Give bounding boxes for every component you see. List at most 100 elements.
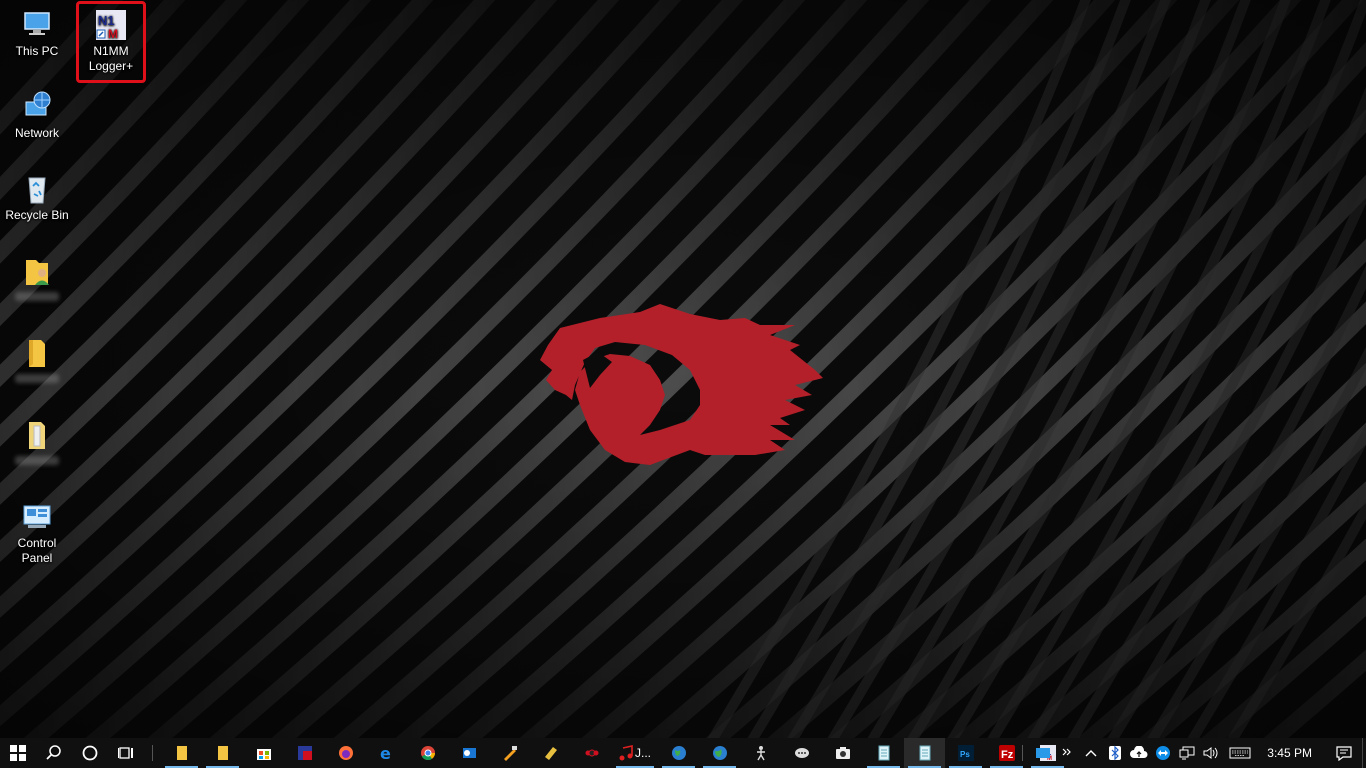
cortana-icon bbox=[82, 745, 98, 761]
zip-folder-icon bbox=[20, 418, 54, 452]
file-explorer-icon bbox=[176, 746, 187, 760]
tray-icon-onedrive[interactable] bbox=[1127, 738, 1151, 768]
photoshop-icon: Ps bbox=[957, 745, 974, 761]
taskbar: e J... Ps Fz N1M bbox=[0, 738, 1366, 768]
app-icon bbox=[585, 749, 598, 757]
keyboard-icon bbox=[1229, 747, 1251, 759]
app-icon bbox=[297, 746, 312, 760]
tool-icon bbox=[503, 746, 517, 761]
desktop-icon-label-line1: Control bbox=[17, 536, 57, 550]
show-hidden-icons-button[interactable] bbox=[1079, 738, 1103, 768]
desktop-icon-label-line1: N1MM bbox=[93, 44, 129, 58]
tray-icon-display[interactable] bbox=[1031, 738, 1055, 768]
control-panel-icon bbox=[20, 500, 54, 534]
folder-icon bbox=[20, 336, 54, 370]
svg-text:Ps: Ps bbox=[960, 750, 970, 759]
taskbar-clock[interactable]: 3:45 PM bbox=[1257, 746, 1326, 760]
taskbar-app-globe[interactable] bbox=[658, 738, 699, 768]
music-icon bbox=[619, 745, 633, 761]
tray-icon-bluetooth[interactable] bbox=[1103, 738, 1127, 768]
taskbar-app-ham-app[interactable] bbox=[284, 738, 325, 768]
desktop-icon-recycle-bin[interactable]: Recycle Bin bbox=[0, 172, 74, 223]
teamviewer-icon bbox=[1156, 746, 1171, 760]
taskbar-app-photoshop[interactable]: Ps bbox=[945, 738, 986, 768]
task-view-button[interactable] bbox=[108, 738, 144, 768]
desktop: This PC N1 M N1MM Logger+ Network Recycle… bbox=[0, 0, 1366, 738]
chat-icon bbox=[794, 748, 809, 758]
bluetooth-icon bbox=[1109, 745, 1122, 761]
svg-text:Fz: Fz bbox=[1001, 749, 1014, 761]
taskbar-app-globe-2[interactable] bbox=[699, 738, 740, 768]
notepad-icon bbox=[919, 745, 930, 761]
tray-icon-network[interactable] bbox=[1175, 738, 1199, 768]
double-chevron-icon bbox=[1062, 748, 1072, 756]
computer-icon bbox=[20, 8, 54, 42]
globe-icon bbox=[712, 746, 727, 760]
desktop-icon-label-line2: Panel bbox=[21, 551, 53, 565]
display-icon bbox=[1036, 748, 1051, 758]
user-folder-icon bbox=[20, 254, 54, 288]
desktop-icon-n1mm-logger[interactable]: N1 M N1MM Logger+ bbox=[74, 8, 148, 74]
tray-icon-teamviewer[interactable] bbox=[1151, 738, 1175, 768]
tray-separator bbox=[1022, 745, 1024, 761]
taskbar-app-music-label: J... bbox=[634, 746, 651, 760]
desktop-icon-network[interactable]: Network bbox=[0, 90, 74, 141]
svg-text:N1: N1 bbox=[98, 13, 115, 28]
taskbar-app-edge[interactable]: e bbox=[366, 738, 407, 768]
search-icon bbox=[46, 745, 61, 760]
firefox-icon bbox=[338, 746, 353, 760]
taskbar-app-figure[interactable] bbox=[740, 738, 781, 768]
network-icon bbox=[20, 90, 54, 124]
desktop-icon-folder[interactable] bbox=[0, 336, 74, 383]
n1mm-logger-icon: N1 M bbox=[94, 8, 128, 42]
desktop-icon-label: This PC bbox=[15, 44, 59, 58]
desktop-icon-this-pc[interactable]: This PC bbox=[0, 8, 74, 59]
taskbar-app-outlook[interactable] bbox=[448, 738, 489, 768]
taskbar-app-firefox[interactable] bbox=[325, 738, 366, 768]
store-icon bbox=[256, 749, 271, 760]
taskbar-app-tool[interactable] bbox=[489, 738, 530, 768]
taskbar-app-chrome[interactable] bbox=[407, 738, 448, 768]
desktop-icon-label-redacted bbox=[15, 456, 59, 465]
network-status-icon bbox=[1179, 746, 1195, 760]
system-tray: 3:45 PM bbox=[1014, 738, 1366, 768]
tool-icon bbox=[544, 747, 557, 760]
tray-icon-volume[interactable] bbox=[1199, 738, 1223, 768]
notepad-icon bbox=[878, 745, 889, 761]
camera-icon bbox=[835, 747, 850, 759]
taskbar-app-music[interactable]: J... bbox=[612, 738, 658, 768]
app-icon bbox=[756, 746, 765, 761]
desktop-icon-zip-folder[interactable] bbox=[0, 418, 74, 465]
tray-icon-keyboard[interactable] bbox=[1223, 738, 1257, 768]
desktop-icon-label-redacted bbox=[15, 374, 59, 383]
globe-icon bbox=[671, 746, 686, 760]
desktop-icon-label-line2: Logger+ bbox=[88, 59, 134, 73]
taskbar-app-file-explorer-2[interactable] bbox=[202, 738, 243, 768]
tray-overflow-button[interactable] bbox=[1055, 738, 1079, 768]
taskbar-app-red-dots[interactable] bbox=[571, 738, 612, 768]
taskbar-app-file-explorer[interactable] bbox=[161, 738, 202, 768]
file-explorer-icon bbox=[217, 746, 228, 760]
desktop-icon-control-panel[interactable]: Control Panel bbox=[0, 500, 74, 566]
show-desktop-button[interactable] bbox=[1362, 738, 1366, 768]
taskbar-app-store[interactable] bbox=[243, 738, 284, 768]
taskbar-app-notepad[interactable] bbox=[863, 738, 904, 768]
task-view-icon bbox=[118, 747, 133, 759]
svg-text:M: M bbox=[108, 27, 118, 41]
start-button[interactable] bbox=[0, 738, 36, 768]
desktop-icon-label: Network bbox=[14, 126, 59, 140]
taskbar-app-notepad-2[interactable] bbox=[904, 738, 945, 768]
taskbar-app-tool-2[interactable] bbox=[530, 738, 571, 768]
speaker-icon bbox=[1203, 747, 1218, 759]
taskbar-app-chat[interactable] bbox=[781, 738, 822, 768]
desktop-icon-user-folder[interactable] bbox=[0, 254, 74, 301]
filezilla-icon: Fz bbox=[998, 745, 1015, 761]
cortana-button[interactable] bbox=[72, 738, 108, 768]
search-button[interactable] bbox=[36, 738, 72, 768]
action-center-button[interactable] bbox=[1326, 738, 1362, 768]
windows-logo-icon bbox=[10, 745, 26, 761]
chrome-icon bbox=[420, 746, 435, 760]
chevron-up-icon bbox=[1085, 750, 1097, 757]
taskbar-app-camera[interactable] bbox=[822, 738, 863, 768]
wallpaper bbox=[0, 0, 1366, 738]
